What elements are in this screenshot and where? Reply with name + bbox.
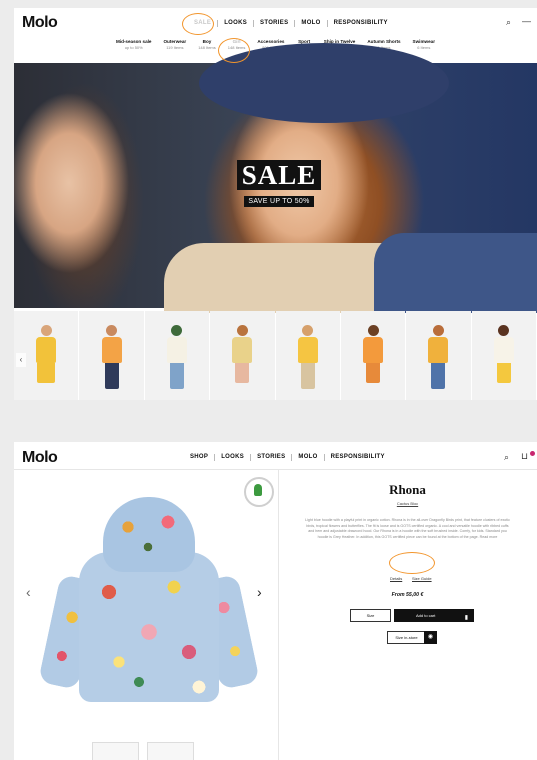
nav-molo[interactable]: MOLO bbox=[292, 454, 325, 461]
highlight-circle bbox=[182, 13, 214, 35]
details-link[interactable]: Details bbox=[390, 576, 402, 581]
nav-stories[interactable]: STORIES bbox=[251, 454, 293, 461]
subnav-item[interactable]: Mid-season sale up to 50% bbox=[116, 39, 152, 51]
product-subtitle[interactable]: Cactus Bloc bbox=[278, 501, 537, 506]
product-tile[interactable] bbox=[144, 311, 210, 400]
bag-icon: ▮ bbox=[464, 615, 468, 621]
subnav-item[interactable]: Boy 148 Items bbox=[198, 39, 216, 51]
sale-headline: SALE bbox=[236, 160, 322, 190]
thumbnail-2[interactable] bbox=[147, 742, 194, 760]
organic-badge-icon bbox=[244, 477, 274, 507]
search-icon[interactable]: ⌕ bbox=[504, 452, 509, 463]
product-image[interactable] bbox=[38, 497, 260, 707]
cart-icon[interactable]: ⊔ bbox=[521, 451, 528, 462]
sale-subline: SAVE UP TO 50% bbox=[244, 196, 314, 207]
main-nav: SHOP LOOKS STORIES MOLO RESPONSIBILITY bbox=[184, 454, 391, 461]
cart-badge bbox=[530, 451, 535, 456]
add-to-cart-button[interactable]: Add to cart ▮ bbox=[394, 609, 474, 622]
sale-overlay[interactable]: SALE SAVE UP TO 50% bbox=[233, 160, 325, 208]
product-tile[interactable] bbox=[471, 311, 536, 400]
next-image-icon[interactable]: › bbox=[257, 584, 262, 600]
carousel-prev-arrow[interactable]: ‹ bbox=[16, 353, 26, 367]
product-tile[interactable] bbox=[275, 311, 340, 400]
thumbnail-1[interactable] bbox=[92, 742, 139, 760]
header-divider bbox=[14, 469, 537, 470]
subnav-item[interactable]: Swimwear 6 Items bbox=[413, 39, 435, 51]
nav-shop[interactable]: SHOP bbox=[184, 454, 216, 461]
hoodie-body bbox=[79, 552, 219, 702]
highlight-circle bbox=[218, 38, 250, 63]
size-guide-link[interactable]: Size Guide bbox=[412, 576, 432, 581]
column-divider bbox=[278, 470, 279, 760]
add-to-cart-label: Add to cart bbox=[416, 613, 436, 618]
main-nav: SALE LOOKS STORIES MOLO RESPONSIBILITY bbox=[188, 20, 394, 27]
nav-looks[interactable]: LOOKS bbox=[218, 20, 255, 27]
product-tile[interactable] bbox=[406, 311, 471, 400]
prev-image-icon[interactable]: ‹ bbox=[26, 584, 31, 600]
nav-responsibility[interactable]: RESPONSIBILITY bbox=[325, 454, 391, 461]
nav-looks[interactable]: LOOKS bbox=[215, 454, 252, 461]
product-tile[interactable] bbox=[79, 311, 144, 400]
hero-photo-jacket bbox=[374, 233, 537, 313]
location-pin-icon[interactable]: ◉ bbox=[424, 631, 437, 644]
product-tile[interactable] bbox=[340, 311, 406, 400]
size-in-store-button[interactable]: Size in-store bbox=[387, 631, 426, 644]
size-select[interactable]: Size bbox=[350, 609, 391, 622]
hoodie-hood bbox=[103, 497, 195, 572]
cart-icon[interactable]: — bbox=[522, 16, 531, 26]
product-name: Rhona bbox=[389, 482, 426, 497]
nav-stories[interactable]: STORIES bbox=[254, 20, 296, 27]
nav-responsibility[interactable]: RESPONSIBILITY bbox=[328, 20, 394, 27]
highlight-circle bbox=[389, 552, 435, 574]
product-page-screenshot: Molo SHOP LOOKS STORIES MOLO RESPONSIBIL… bbox=[14, 442, 537, 760]
product-tile[interactable] bbox=[210, 311, 275, 400]
product-price: From 55,00 € bbox=[391, 592, 424, 598]
molo-logo[interactable]: Molo bbox=[22, 14, 58, 32]
product-description: Light blue hoodie with a playful print i… bbox=[305, 518, 510, 539]
product-strip bbox=[14, 311, 537, 400]
molo-logo[interactable]: Molo bbox=[22, 449, 58, 467]
search-icon[interactable]: ⌕ bbox=[506, 17, 511, 28]
nav-molo[interactable]: MOLO bbox=[295, 20, 328, 27]
homepage-screenshot: Molo SALE LOOKS STORIES MOLO RESPONSIBIL… bbox=[14, 8, 537, 400]
subnav-item[interactable]: Outerwear 119 Items bbox=[163, 39, 186, 51]
